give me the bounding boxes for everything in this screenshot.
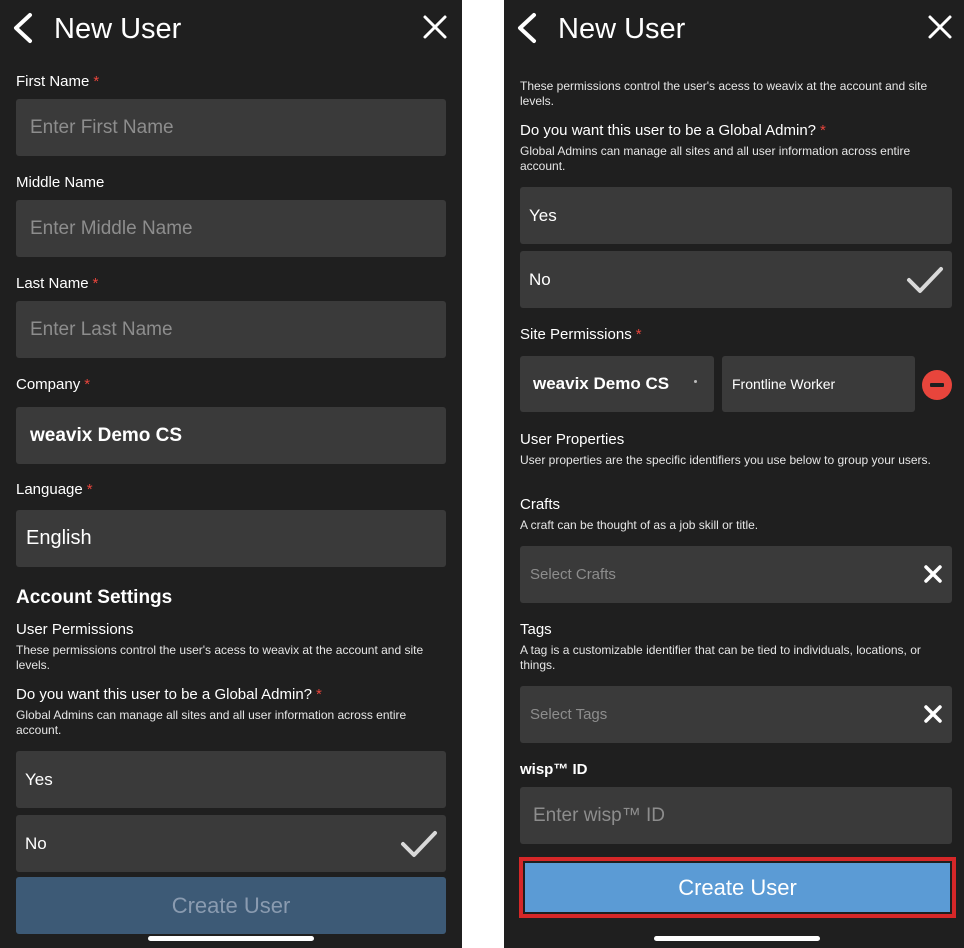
site-permissions-label: Site Permissions * [520,326,642,343]
tags-label: Tags [520,621,552,638]
new-user-screen-bottom: New User These permissions control the u… [504,0,964,948]
checkmark-icon [401,831,437,857]
last-name-input[interactable]: Enter Last Name [16,301,446,358]
global-admin-option-no[interactable]: No [520,251,952,308]
language-select[interactable]: English [16,510,446,567]
user-permissions-title: User Permissions [16,621,134,638]
tags-select[interactable]: Select Tags [520,686,952,743]
option-no-label: No [529,269,551,289]
middle-name-input[interactable]: Enter Middle Name [16,200,446,257]
close-icon[interactable] [422,14,448,40]
back-arrow-icon[interactable] [10,12,36,44]
global-admin-desc: Global Admins can manage all sites and a… [16,708,407,737]
remove-site-icon[interactable] [922,370,952,400]
first-name-input[interactable]: Enter First Name [16,99,446,156]
middle-name-placeholder: Enter Middle Name [30,217,193,239]
global-admin-question: Do you want this user to be a Global Adm… [16,686,322,703]
global-admin-option-yes[interactable]: Yes [520,187,952,244]
first-name-placeholder: Enter First Name [30,116,174,138]
site-role-value: Frontline Worker [732,376,836,392]
user-permissions-desc: These permissions control the user's ace… [520,79,928,108]
account-settings-heading: Account Settings [16,587,173,608]
checkmark-icon [907,267,943,293]
global-admin-option-no[interactable]: No [16,815,446,872]
create-user-button[interactable]: Create User [525,863,950,912]
home-indicator [654,936,820,941]
crafts-label: Crafts [520,496,561,513]
crafts-placeholder: Select Crafts [530,566,616,583]
tags-desc: A tag is a customizable identifier that … [520,643,921,672]
global-admin-option-yes[interactable]: Yes [16,751,446,808]
user-properties-title: User Properties [520,431,625,448]
wisp-id-label: wisp™ ID [520,761,588,778]
crafts-desc: A craft can be thought of as a job skill… [520,518,759,532]
language-label: Language * [16,481,93,498]
middle-name-label: Middle Name [16,174,105,191]
clear-tags-icon[interactable] [924,705,942,723]
tags-placeholder: Select Tags [530,706,608,723]
first-name-label: First Name * [16,73,100,90]
page-title: New User [54,13,182,45]
create-user-button-disabled[interactable]: Create User [16,877,446,934]
new-user-screen-top: New User First Name * Enter First Name Mi… [0,0,462,948]
option-yes-label: Yes [25,769,53,789]
company-value: weavix Demo CS [30,424,183,446]
clear-crafts-icon[interactable] [924,565,942,583]
site-select[interactable]: weavix Demo CS [520,356,714,412]
global-admin-desc: Global Admins can manage all sites and a… [520,144,911,173]
user-permissions-desc: These permissions control the user's ace… [16,643,424,672]
language-value: English [26,527,92,549]
wisp-id-input[interactable]: Enter wisp™ ID [520,787,952,844]
crafts-select[interactable]: Select Crafts [520,546,952,603]
page-title: New User [558,13,686,45]
company-label: Company * [16,376,91,393]
back-arrow-icon[interactable] [514,12,540,44]
last-name-label: Last Name * [16,275,99,292]
close-icon[interactable] [927,14,953,40]
wisp-id-placeholder: Enter wisp™ ID [533,804,665,826]
company-select[interactable]: weavix Demo CS [16,407,446,464]
site-role-select[interactable]: Frontline Worker [722,356,915,412]
last-name-placeholder: Enter Last Name [30,318,173,340]
global-admin-question: Do you want this user to be a Global Adm… [520,122,826,139]
user-properties-desc: User properties are the specific identif… [520,453,931,467]
option-no-label: No [25,833,47,853]
site-value: weavix Demo CS [533,374,670,393]
dropdown-dot-icon [694,380,697,383]
home-indicator [148,936,314,941]
option-yes-label: Yes [529,205,557,225]
